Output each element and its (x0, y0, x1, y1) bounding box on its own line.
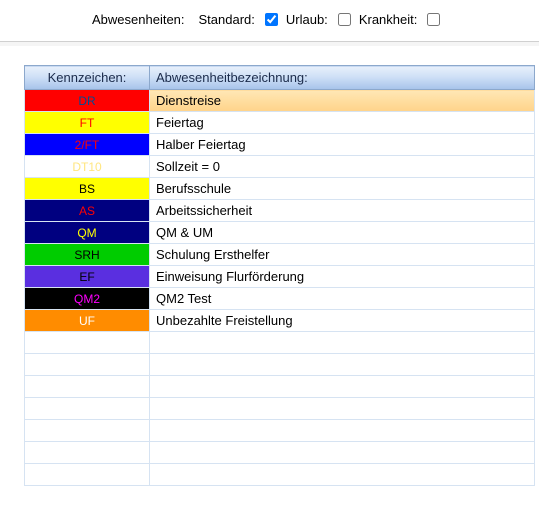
cell-kennzeichen[interactable] (25, 332, 150, 354)
cell-kennzeichen[interactable]: UF (25, 310, 150, 332)
cell-kennzeichen[interactable] (25, 376, 150, 398)
table-row[interactable]: QM2QM2 Test (25, 288, 535, 310)
filter-title: Abwesenheiten: (92, 12, 185, 27)
table-row[interactable]: 2/FTHalber Feiertag (25, 134, 535, 156)
table-row[interactable] (25, 398, 535, 420)
table-row[interactable]: DRDienstreise (25, 90, 535, 112)
table-row[interactable]: BSBerufsschule (25, 178, 535, 200)
filter-panel: Abwesenheiten: Standard: Urlaub: Krankhe… (0, 0, 539, 41)
cell-kennzeichen[interactable]: BS (25, 178, 150, 200)
standard-checkbox[interactable] (265, 13, 278, 26)
cell-kennzeichen[interactable]: 2/FT (25, 134, 150, 156)
cell-bezeichnung[interactable] (150, 354, 535, 376)
cell-kennzeichen[interactable] (25, 442, 150, 464)
cell-bezeichnung[interactable] (150, 464, 535, 486)
cell-kennzeichen[interactable]: DT10 (25, 156, 150, 178)
cell-kennzeichen[interactable]: AS (25, 200, 150, 222)
table-row[interactable] (25, 332, 535, 354)
grid-area: Kennzeichen: Abwesenheitbezeichnung: DRD… (0, 47, 539, 486)
col-header-bezeichnung[interactable]: Abwesenheitbezeichnung: (150, 66, 535, 90)
table-row[interactable]: UFUnbezahlte Freistellung (25, 310, 535, 332)
cell-bezeichnung[interactable]: QM & UM (150, 222, 535, 244)
cell-kennzeichen[interactable]: SRH (25, 244, 150, 266)
filter-row: Abwesenheiten: Standard: Urlaub: Krankhe… (0, 12, 539, 27)
table-row[interactable] (25, 354, 535, 376)
cell-bezeichnung[interactable]: Unbezahlte Freistellung (150, 310, 535, 332)
cell-bezeichnung[interactable]: Halber Feiertag (150, 134, 535, 156)
standard-label: Standard: (199, 12, 255, 27)
absence-table[interactable]: Kennzeichen: Abwesenheitbezeichnung: DRD… (24, 65, 535, 486)
krankheit-label: Krankheit: (359, 12, 418, 27)
table-row[interactable]: ASArbeitssicherheit (25, 200, 535, 222)
cell-bezeichnung[interactable] (150, 376, 535, 398)
table-row[interactable]: EFEinweisung Flurförderung (25, 266, 535, 288)
cell-bezeichnung[interactable]: Sollzeit = 0 (150, 156, 535, 178)
cell-bezeichnung[interactable] (150, 420, 535, 442)
table-row[interactable]: DT10Sollzeit = 0 (25, 156, 535, 178)
table-row[interactable] (25, 442, 535, 464)
cell-kennzeichen[interactable] (25, 354, 150, 376)
table-row[interactable] (25, 464, 535, 486)
cell-bezeichnung[interactable]: QM2 Test (150, 288, 535, 310)
cell-kennzeichen[interactable] (25, 464, 150, 486)
cell-bezeichnung[interactable]: Dienstreise (150, 90, 535, 112)
cell-kennzeichen[interactable] (25, 420, 150, 442)
cell-kennzeichen[interactable]: EF (25, 266, 150, 288)
cell-kennzeichen[interactable]: QM (25, 222, 150, 244)
cell-bezeichnung[interactable]: Berufsschule (150, 178, 535, 200)
cell-bezeichnung[interactable]: Schulung Ersthelfer (150, 244, 535, 266)
cell-kennzeichen[interactable]: DR (25, 90, 150, 112)
cell-bezeichnung[interactable] (150, 332, 535, 354)
table-row[interactable]: FTFeiertag (25, 112, 535, 134)
table-row[interactable] (25, 376, 535, 398)
table-header-row: Kennzeichen: Abwesenheitbezeichnung: (25, 66, 535, 90)
cell-bezeichnung[interactable]: Arbeitssicherheit (150, 200, 535, 222)
cell-bezeichnung[interactable]: Einweisung Flurförderung (150, 266, 535, 288)
col-header-kennzeichen[interactable]: Kennzeichen: (25, 66, 150, 90)
table-row[interactable]: QMQM & UM (25, 222, 535, 244)
urlaub-label: Urlaub: (286, 12, 328, 27)
cell-kennzeichen[interactable]: FT (25, 112, 150, 134)
cell-kennzeichen[interactable]: QM2 (25, 288, 150, 310)
cell-bezeichnung[interactable]: Feiertag (150, 112, 535, 134)
table-row[interactable] (25, 420, 535, 442)
cell-bezeichnung[interactable] (150, 442, 535, 464)
table-row[interactable]: SRHSchulung Ersthelfer (25, 244, 535, 266)
krankheit-checkbox[interactable] (427, 13, 440, 26)
urlaub-checkbox[interactable] (338, 13, 351, 26)
cell-kennzeichen[interactable] (25, 398, 150, 420)
cell-bezeichnung[interactable] (150, 398, 535, 420)
